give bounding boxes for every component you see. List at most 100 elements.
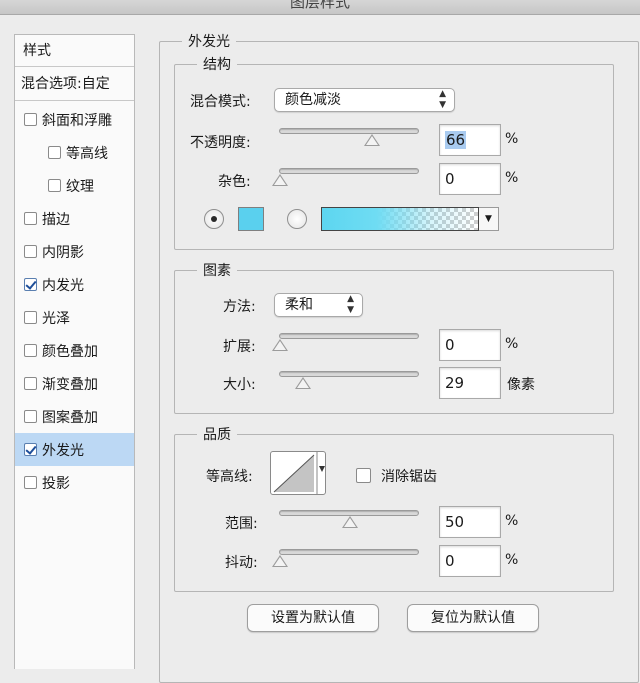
size-unit: 像素 [507,377,535,393]
gradient-radio[interactable] [287,209,307,229]
opacity-unit: % [505,131,519,147]
size-label: 大小: [223,377,256,393]
checkbox[interactable] [24,311,37,324]
size-input[interactable]: 29 [439,367,501,399]
sidebar-item-label: 描边 [42,211,70,228]
quality-title: 品质 [197,424,237,444]
checkbox[interactable] [48,179,61,192]
noise-unit: % [505,170,519,186]
checkbox[interactable] [24,344,37,357]
checkbox[interactable] [24,377,37,390]
spread-unit: % [505,336,519,352]
panel-title: 外发光 [182,31,236,51]
blend-mode-label: 混合模式: [190,94,251,110]
sidebar-item-drop-shadow[interactable]: 投影 [15,466,134,499]
blend-mode-select[interactable]: 颜色减淡 ▲ ▼ [274,88,455,112]
sidebar-item-label: 内阴影 [42,244,84,261]
slider-thumb[interactable] [342,516,358,528]
jitter-slider[interactable] [272,549,419,567]
styles-sidebar: 样式 混合选项:自定 斜面和浮雕 等高线 纹理 描边 内阴影 内发光 光泽 颜色… [14,34,135,669]
slider-thumb[interactable] [295,377,311,389]
updown-arrows-icon: ▲ ▼ [347,294,354,315]
opacity-label: 不透明度: [190,135,251,151]
slider-thumb[interactable] [364,134,380,146]
make-default-button[interactable]: 设置为默认值 [247,604,379,632]
sidebar-item-inner-glow[interactable]: 内发光 [15,268,134,301]
sidebar-item-label: 投影 [42,475,70,492]
checkbox[interactable] [24,410,37,423]
checkbox-checked[interactable] [24,278,37,291]
blend-mode-value: 颜色减淡 [285,92,341,108]
antialias-label: 消除锯齿 [381,469,437,485]
slider-thumb[interactable] [272,555,288,567]
technique-select[interactable]: 柔和 ▲ ▼ [274,293,363,317]
sidebar-item-bevel-emboss[interactable]: 斜面和浮雕 [15,103,134,136]
reset-default-button[interactable]: 复位为默认值 [407,604,539,632]
noise-label: 杂色: [218,174,251,190]
structure-title: 结构 [197,54,237,74]
checkbox[interactable] [24,212,37,225]
range-input[interactable]: 50 [439,506,501,538]
sidebar-item-satin[interactable]: 光泽 [15,301,134,334]
spread-slider[interactable] [272,333,419,351]
color-radio[interactable] [204,209,224,229]
noise-input[interactable]: 0 [439,163,501,195]
sidebar-item-label: 纹理 [66,178,94,195]
technique-label: 方法: [223,299,256,315]
checkbox[interactable] [24,113,37,126]
sidebar-item-label: 内发光 [42,277,84,294]
contour-picker[interactable] [270,451,326,495]
updown-arrows-icon: ▲ ▼ [439,89,446,110]
opacity-input[interactable]: 66 [439,124,501,156]
blending-options-item[interactable]: 混合选项:自定 [15,68,134,101]
spread-value: 0 [445,336,455,354]
opacity-slider[interactable] [279,128,419,146]
glow-gradient-swatch[interactable] [321,207,479,231]
sidebar-item-inner-shadow[interactable]: 内阴影 [15,235,134,268]
sidebar-item-label: 等高线 [66,145,108,162]
window-title: 图层样式 [289,0,350,11]
sidebar-item-pattern-overlay[interactable]: 图案叠加 [15,400,134,433]
sidebar-item-gradient-overlay[interactable]: 渐变叠加 [15,367,134,400]
checkbox[interactable] [48,146,61,159]
sidebar-item-color-overlay[interactable]: 颜色叠加 [15,334,134,367]
gradient-dropdown-icon[interactable]: ▼ [479,207,499,231]
jitter-unit: % [505,552,519,568]
range-unit: % [505,513,519,529]
noise-value: 0 [445,170,455,188]
technique-value: 柔和 [285,297,313,313]
sidebar-item-label: 外发光 [42,442,84,459]
checkbox[interactable] [24,476,37,489]
styles-heading[interactable]: 样式 [15,35,134,67]
spread-label: 扩展: [223,339,256,355]
range-value: 50 [445,513,465,531]
size-slider[interactable] [279,371,419,389]
checkbox-checked[interactable] [24,443,37,456]
contour-label: 等高线: [206,469,253,485]
jitter-label: 抖动: [225,555,258,571]
sidebar-item-label: 光泽 [42,310,70,327]
checkbox[interactable] [24,245,37,258]
size-value: 29 [445,374,465,392]
slider-thumb[interactable] [272,339,288,351]
sidebar-item-label: 颜色叠加 [42,343,98,360]
sidebar-item-label: 渐变叠加 [42,376,98,393]
sidebar-item-stroke[interactable]: 描边 [15,202,134,235]
opacity-value: 66 [445,131,467,149]
spread-input[interactable]: 0 [439,329,501,361]
jitter-input[interactable]: 0 [439,545,501,577]
sidebar-item-texture[interactable]: 纹理 [15,169,134,202]
antialias-checkbox[interactable] [356,468,371,483]
elements-title: 图素 [197,260,237,280]
noise-slider[interactable] [272,168,419,186]
range-slider[interactable] [279,510,419,528]
range-label: 范围: [225,516,258,532]
sidebar-item-outer-glow[interactable]: 外发光 [15,433,134,466]
sidebar-item-label: 图案叠加 [42,409,98,426]
window-titlebar: 图层样式 [0,0,640,15]
slider-thumb[interactable] [272,174,288,186]
glow-color-swatch[interactable] [238,207,264,231]
jitter-value: 0 [445,552,455,570]
contour-curve-icon [273,452,325,494]
sidebar-item-contour[interactable]: 等高线 [15,136,134,169]
